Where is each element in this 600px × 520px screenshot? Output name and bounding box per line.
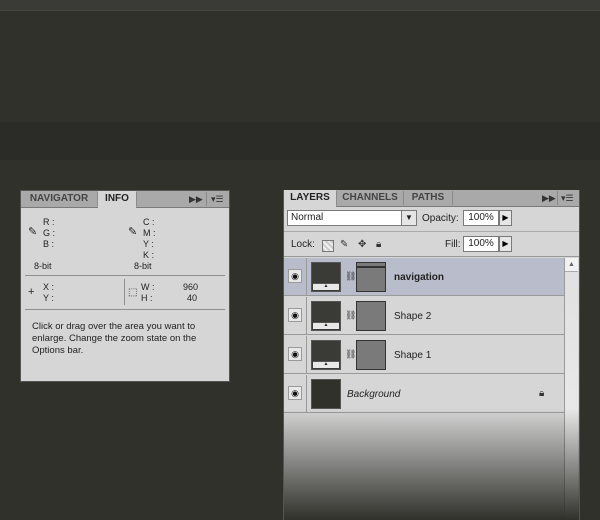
link-icon[interactable]: ⛓ <box>345 271 356 282</box>
opacity-input[interactable]: 100% <box>463 210 499 226</box>
fill-label: Fill: <box>445 239 461 250</box>
visibility-eye-icon[interactable]: ◉ <box>288 386 302 400</box>
cmyk-k-label: K : <box>143 250 155 260</box>
layer-row[interactable]: ◉ ▲ ⛓ navigation <box>284 258 564 296</box>
cmyk-m-label: M : <box>143 228 156 238</box>
fill-input[interactable]: 100% <box>463 236 499 252</box>
vector-mask-thumbnail[interactable] <box>356 340 386 370</box>
vector-mask-thumbnail[interactable] <box>356 301 386 331</box>
visibility-eye-icon[interactable]: ◉ <box>288 269 302 283</box>
selection-size-icon: ⬚ <box>128 287 138 298</box>
lock-image-pixels-icon[interactable]: ✎ <box>340 240 348 250</box>
eyedropper-icon[interactable]: ✎ <box>128 227 137 238</box>
info-panel-tabbar: NAVIGATOR INFO ▶▶ ▾☰ <box>21 191 229 208</box>
tab-channels[interactable]: CHANNELS <box>337 190 403 206</box>
tab-navigator[interactable]: NAVIGATOR <box>21 191 97 207</box>
info-panel: NAVIGATOR INFO ▶▶ ▾☰ R : G : B : ✎ 8-bit… <box>20 190 230 382</box>
divider <box>25 309 225 310</box>
layers-panel-tabbar: LAYERS CHANNELS PATHS ▶▶ ▾☰ <box>284 190 579 207</box>
tab-separator <box>206 192 207 206</box>
link-icon[interactable]: ⛓ <box>345 310 356 321</box>
layer-name[interactable]: Background <box>347 389 400 400</box>
divider <box>25 275 225 276</box>
width-value: 960 <box>183 282 199 292</box>
layer-thumbnail: ▲ <box>311 340 341 370</box>
mask-shape <box>357 266 385 268</box>
tab-info[interactable]: INFO <box>98 191 136 208</box>
blend-mode-value: Normal <box>291 212 324 223</box>
divider <box>306 336 307 374</box>
layer-name[interactable]: Shape 1 <box>394 350 431 361</box>
layer-thumbnail: ▲ <box>311 301 341 331</box>
cmyk-y-label: Y : <box>143 239 154 249</box>
rgb-b-label: B : <box>43 239 55 249</box>
layer-row[interactable]: ◉ ▲ ⛓ Shape 2 <box>284 297 564 335</box>
y-label: Y : <box>43 293 54 303</box>
visibility-eye-icon[interactable]: ◉ <box>288 308 302 322</box>
layer-name[interactable]: Shape 2 <box>394 311 431 322</box>
layer-thumbnail: ▲ <box>311 262 341 292</box>
shape-indicator: ▲ <box>313 322 339 329</box>
layers-panel: LAYERS CHANNELS PATHS ▶▶ ▾☰ Normal ▼ Opa… <box>283 190 580 520</box>
layer-name[interactable]: navigation <box>394 272 444 283</box>
divider <box>306 258 307 296</box>
lock-position-icon[interactable]: ✥ <box>358 240 366 250</box>
rgb-r-label: R : <box>43 217 55 227</box>
height-value: 40 <box>187 293 198 303</box>
scroll-up-arrow-icon[interactable]: ▲ <box>565 258 578 272</box>
tab-separator <box>136 192 137 206</box>
height-label: H : <box>141 293 153 303</box>
divider <box>306 375 307 413</box>
shape-indicator: ▲ <box>313 361 339 368</box>
cmyk-bitdepth: 8-bit <box>134 261 152 271</box>
tab-paths[interactable]: PATHS <box>404 190 452 206</box>
divider <box>284 256 579 257</box>
screenshot-fade-overlay <box>284 408 579 520</box>
lock-icon: 🔒︎ <box>539 388 545 399</box>
layer-row[interactable]: ◉ Background 🔒︎ <box>284 375 564 413</box>
shape-indicator: ▲ <box>313 283 339 290</box>
layer-row[interactable]: ◉ ▲ ⛓ Shape 1 <box>284 336 564 374</box>
chevron-down-icon[interactable]: ▼ <box>401 211 416 225</box>
x-label: X : <box>43 282 55 292</box>
width-label: W : <box>141 282 155 292</box>
lock-transparent-pixels-icon[interactable] <box>322 240 334 252</box>
canvas-shape-band <box>0 122 600 160</box>
layer-thumbnail <box>311 379 341 409</box>
blend-mode-select[interactable]: Normal ▼ <box>287 210 417 226</box>
cmyk-c-label: C : <box>143 217 155 227</box>
vector-mask-thumbnail[interactable] <box>356 262 386 292</box>
rgb-bitdepth: 8-bit <box>34 261 52 271</box>
eyedropper-icon[interactable]: ✎ <box>28 227 37 238</box>
link-icon[interactable]: ⛓ <box>345 349 356 360</box>
tab-layers[interactable]: LAYERS <box>284 190 336 207</box>
crosshair-icon: + <box>28 286 35 298</box>
opacity-label: Opacity: <box>422 213 459 224</box>
layers-scrollbar[interactable]: ▲ <box>564 258 578 520</box>
lock-label: Lock: <box>291 239 315 250</box>
tab-separator <box>452 191 453 205</box>
panel-collapse-button[interactable]: ▶▶ <box>189 191 203 207</box>
lock-all-icon[interactable]: 🔒︎ <box>376 240 381 250</box>
visibility-eye-icon[interactable]: ◉ <box>288 347 302 361</box>
canvas-top-edge <box>0 0 600 11</box>
divider <box>124 279 125 305</box>
opacity-slider-button[interactable]: ▶ <box>499 210 512 226</box>
rgb-g-label: G : <box>43 228 56 238</box>
panel-menu-button[interactable]: ▾☰ <box>561 190 574 206</box>
panel-collapse-button[interactable]: ▶▶ <box>542 190 556 206</box>
tab-separator <box>557 191 558 205</box>
divider <box>306 297 307 335</box>
help-text: Click or drag over the area you want to … <box>32 321 197 356</box>
divider <box>284 231 579 232</box>
panel-menu-button[interactable]: ▾☰ <box>211 191 224 207</box>
fill-slider-button[interactable]: ▶ <box>499 236 512 252</box>
